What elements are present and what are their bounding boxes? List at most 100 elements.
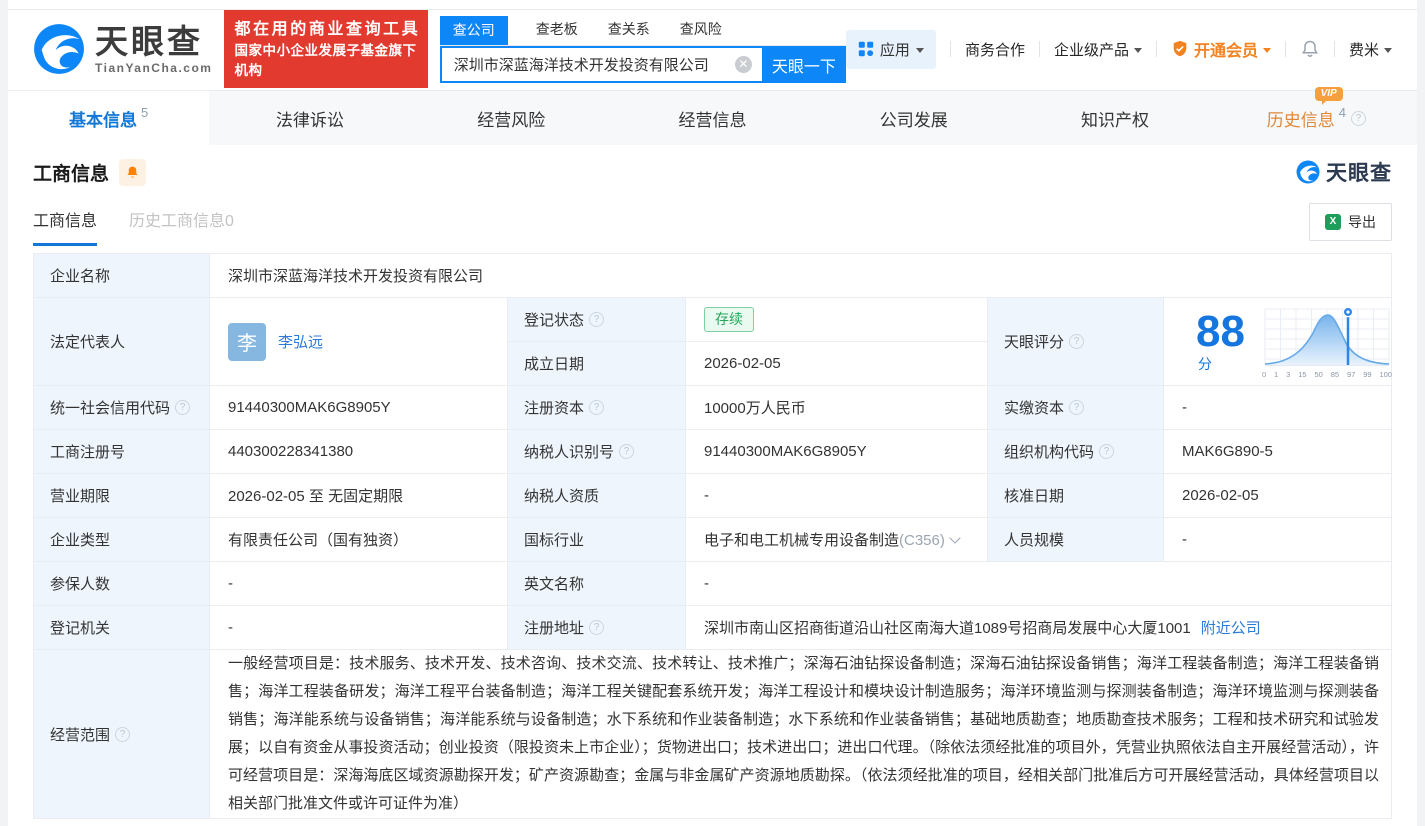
page-root: 天眼查 TianYanCha.com 都在用的商业查询工具 国家中小企业发展子基… — [8, 0, 1417, 826]
business-info-subtabs: 工商信息 历史工商信息0 — [33, 207, 234, 246]
company-name-label: 企业名称 — [33, 253, 210, 298]
approval-date-value: 2026-02-05 — [1163, 473, 1392, 518]
help-icon[interactable] — [589, 620, 605, 635]
notification-bell-icon[interactable] — [1300, 39, 1320, 59]
help-icon[interactable] — [175, 400, 191, 415]
chevron-down-icon — [1384, 47, 1392, 53]
help-icon[interactable] — [1069, 400, 1085, 415]
divider — [1284, 41, 1286, 57]
paid-capital-value: - — [1163, 385, 1392, 430]
approval-date-label: 核准日期 — [987, 473, 1164, 518]
search-tabs: 查公司 查老板 查关系 查风险 — [439, 15, 846, 46]
taxpayer-quality-value: - — [685, 473, 988, 518]
establish-date-label: 成立日期 — [507, 341, 686, 386]
staff-size-value: - — [1163, 517, 1392, 562]
chevron-down-icon — [1133, 47, 1142, 53]
open-vip-button[interactable]: 开通会员 — [1171, 37, 1271, 61]
business-term-value: 2026-02-05 至 无固定期限 — [209, 473, 508, 518]
section-title: 工商信息 — [33, 163, 110, 185]
taxpayer-id-value: 91440300MAK6G8905Y — [685, 429, 988, 474]
export-button[interactable]: 导出 — [1309, 203, 1392, 241]
tab-history-info-count: 4 — [1338, 104, 1346, 120]
company-section-tabs: 基本信息 5 法律诉讼 经营风险 经营信息 公司发展 知识产权 历史信息 VIP… — [8, 86, 1417, 145]
search-button[interactable]: 天眼一下 — [761, 46, 846, 83]
main-content: 工商信息 天眼查 工商信息 历史工商信息0 X 导出 企业名称 深圳市深蓝海洋技… — [8, 145, 1417, 819]
apps-label: 应用 — [879, 41, 910, 59]
help-icon[interactable] — [619, 444, 635, 459]
tab-operating-risk[interactable]: 经营风险 — [411, 91, 612, 145]
brand-logo[interactable]: 天眼查 TianYanCha.com — [33, 23, 212, 75]
subtab-business-info[interactable]: 工商信息 — [33, 207, 98, 246]
help-icon[interactable] — [589, 400, 605, 415]
reg-number-label: 工商注册号 — [33, 429, 210, 474]
apps-grid-icon — [858, 41, 874, 57]
taxpayer-id-label: 纳税人识别号 — [507, 429, 686, 474]
insured-count-value: - — [209, 561, 508, 606]
legal-rep-avatar[interactable]: 李 — [228, 322, 266, 361]
help-icon[interactable] — [115, 726, 131, 742]
excel-icon — [1325, 214, 1341, 230]
clear-search-icon[interactable]: ✕ — [734, 56, 752, 73]
tab-history-info[interactable]: 历史信息 VIP 4 — [1216, 86, 1417, 145]
industry-value[interactable]: 电子和电工机械专用设备制造(C356) — [685, 517, 988, 562]
help-icon[interactable] — [1069, 334, 1085, 349]
business-info-table: 企业名称 深圳市深蓝海洋技术开发投资有限公司 法定代表人 李 李弘远 登记状态 … — [33, 253, 1392, 819]
tab-history-info-label: 历史信息 — [1266, 110, 1335, 130]
tab-legal-proceedings-label: 法律诉讼 — [275, 110, 344, 130]
tab-company-development[interactable]: 公司发展 — [813, 91, 1014, 145]
table-row: 登记机关 - 注册地址 深圳市南山区招商街道沿山社区南海大道1089号招商局发展… — [33, 605, 1392, 650]
top-nav: 应用 商务合作 企业级产品 开通会员 费米 — [845, 29, 1392, 69]
username: 费米 — [1348, 41, 1379, 59]
subtab-history-business-info[interactable]: 历史工商信息0 — [129, 207, 234, 246]
table-row: 参保人数 - 英文名称 - — [33, 561, 1392, 606]
nearby-companies-link[interactable]: 附近公司 — [1201, 617, 1261, 638]
tab-operating-risk-label: 经营风险 — [477, 110, 546, 130]
subscribe-bell-button[interactable] — [119, 158, 147, 186]
tab-intellectual-property-label: 知识产权 — [1081, 110, 1150, 130]
nav-enterprise[interactable]: 企业级产品 — [1054, 39, 1142, 60]
industry-code: (C356) — [899, 532, 945, 549]
help-icon[interactable] — [1350, 110, 1366, 126]
nav-cooperation[interactable]: 商务合作 — [965, 39, 1025, 60]
score-curve-chart — [1264, 306, 1390, 365]
company-type-value: 有限责任公司（国有独资） — [209, 517, 508, 562]
search-tab-relation[interactable]: 查关系 — [606, 15, 652, 45]
reg-number-value: 440300228341380 — [209, 429, 508, 474]
brand-domain: TianYanCha.com — [95, 60, 213, 75]
tab-operating-info[interactable]: 经营信息 — [612, 91, 813, 145]
taxpayer-quality-label: 纳税人资质 — [507, 473, 686, 518]
score-distribution-chart: 01 3 15 50 85 97 99 100 — [1261, 305, 1393, 379]
staff-size-label: 人员规模 — [987, 517, 1164, 562]
table-row: 经营范围 一般经营项目是：技术服务、技术开发、技术咨询、技术交流、技术转让、技术… — [33, 649, 1392, 819]
establish-date-value: 2026-02-05 — [685, 341, 988, 386]
address-label: 注册地址 — [507, 605, 686, 650]
chevron-down-icon — [915, 47, 924, 53]
apps-menu[interactable]: 应用 — [845, 29, 936, 69]
user-menu[interactable]: 费米 — [1349, 39, 1392, 60]
vip-crown-icon — [1173, 40, 1187, 57]
search-input[interactable] — [439, 46, 762, 83]
tab-operating-info-label: 经营信息 — [678, 110, 747, 130]
search-tab-risk[interactable]: 查风险 — [678, 15, 724, 45]
org-code-value: MAK6G890-5 — [1163, 429, 1392, 474]
industry-label: 国标行业 — [507, 517, 686, 562]
credit-code-value: 91440300MAK6G8905Y — [209, 385, 508, 430]
score-label: 天眼评分 — [987, 297, 1164, 386]
help-icon[interactable] — [1099, 444, 1115, 459]
tab-basic-info[interactable]: 基本信息 5 — [8, 91, 210, 145]
business-term-label: 营业期限 — [33, 473, 210, 518]
brand-name: 天眼查 — [95, 22, 203, 60]
legal-rep-link[interactable]: 李弘远 — [278, 331, 323, 352]
search-tab-boss[interactable]: 查老板 — [534, 15, 580, 45]
promo-line2: 国家中小企业发展子基金旗下机构 — [234, 43, 417, 78]
tianyan-score[interactable]: 88分 0 1 3 15 50 85 97 99 100 — [1182, 301, 1392, 383]
tab-legal-proceedings[interactable]: 法律诉讼 — [209, 91, 410, 145]
score-value: 88 — [1196, 306, 1245, 356]
tab-intellectual-property[interactable]: 知识产权 — [1014, 91, 1215, 145]
help-icon[interactable] — [589, 312, 605, 327]
reg-capital-label: 注册资本 — [507, 385, 686, 430]
chevron-down-icon[interactable] — [949, 532, 961, 544]
credit-code-label: 统一社会信用代码 — [33, 385, 210, 430]
search-tab-company[interactable]: 查公司 — [439, 16, 508, 45]
divider — [1333, 41, 1335, 57]
